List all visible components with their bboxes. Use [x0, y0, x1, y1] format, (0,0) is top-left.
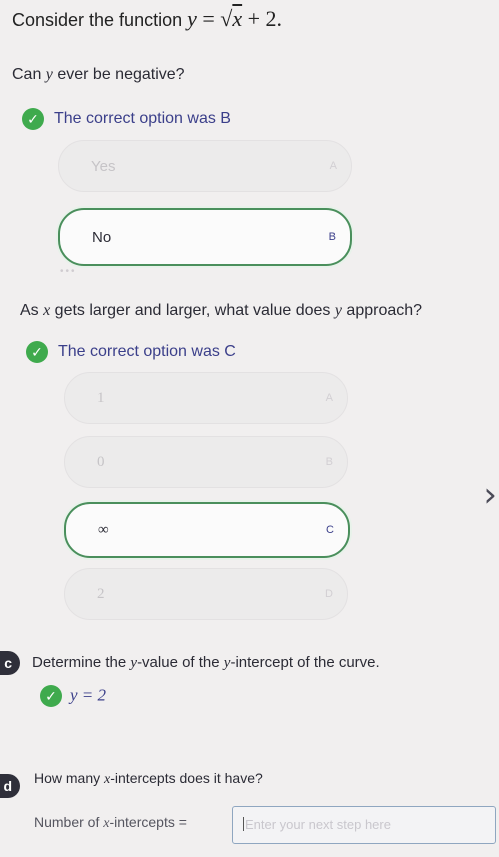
option-yes[interactable]: Yes A	[58, 140, 352, 192]
question-2: As x gets larger and larger, what value …	[20, 302, 423, 319]
problem-statement: Consider the function y = √x + 2.	[12, 6, 283, 31]
question-4: How many x-intercepts does it have?	[34, 770, 263, 787]
option-1[interactable]: 1 A	[64, 372, 348, 424]
question-3: Determine the y-value of the y-intercept…	[32, 654, 380, 671]
question-1: Can y ever be negative?	[12, 66, 185, 83]
field-label: Number of x-intercepts =	[34, 814, 187, 831]
part-d-tag: d	[0, 774, 20, 798]
answer-input[interactable]: Enter your next step here	[232, 806, 496, 844]
checkmark-icon: ✓	[40, 685, 62, 707]
checkmark-icon: ✓	[22, 108, 44, 130]
chevron-right-icon[interactable]: ›	[483, 475, 497, 515]
part-c-tag: c	[0, 651, 20, 675]
option-infinity[interactable]: ∞ C	[64, 502, 350, 558]
text-caret	[243, 817, 244, 831]
option-no[interactable]: No B	[58, 208, 352, 266]
checkmark-icon: ✓	[26, 341, 48, 363]
correct-feedback-1: ✓ The correct option was B	[22, 108, 231, 130]
more-dots: •••	[60, 266, 77, 277]
correct-feedback-2: ✓ The correct option was C	[26, 341, 236, 363]
answer-3: ✓ y = 2	[40, 685, 106, 707]
option-0[interactable]: 0 B	[64, 436, 348, 488]
option-2[interactable]: 2 D	[64, 568, 348, 620]
